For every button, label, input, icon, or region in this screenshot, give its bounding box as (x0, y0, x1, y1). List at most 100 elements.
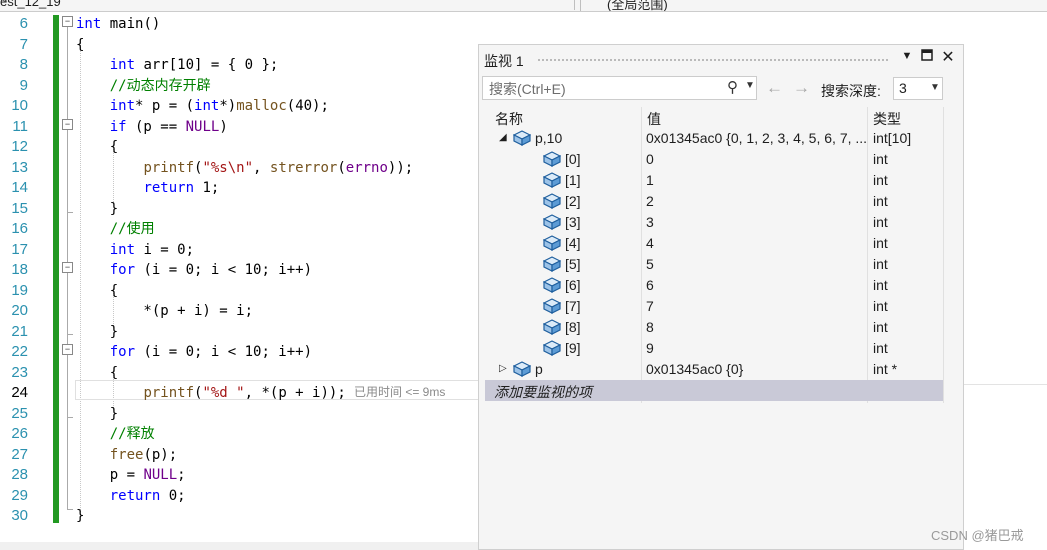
divider-line (964, 384, 1047, 385)
code-line[interactable]: printf("%s\n", strerror(errno)); (76, 158, 413, 179)
fold-collapse-icon[interactable]: − (62, 344, 73, 355)
code-line[interactable]: int i = 0; (76, 240, 194, 261)
watch-row[interactable]: ▷ p 0x01345ac0 {0} int * (485, 359, 943, 380)
code-line[interactable]: *(p + i) = i; (76, 301, 253, 322)
scope-dropdown[interactable]: (全局范围) (580, 0, 1047, 11)
code-line[interactable]: int main() (76, 14, 160, 35)
code-line[interactable]: } (76, 506, 84, 527)
code-line[interactable]: { (76, 35, 84, 56)
watch-row[interactable]: [1] 1 int (485, 170, 943, 191)
watch-title-bar[interactable]: 监视 1 ▼ ✕ (479, 45, 963, 73)
line-number: 24 (11, 384, 28, 401)
code-line[interactable]: } (76, 404, 118, 425)
variable-cube-icon (542, 151, 562, 167)
column-header-name[interactable]: 名称 (489, 107, 644, 128)
code-line[interactable]: int arr[10] = { 0 }; (76, 55, 279, 76)
code-token: NULL (185, 118, 220, 135)
watch-row[interactable]: [8] 8 int (485, 317, 943, 338)
file-dropdown[interactable]: est_12_19 ⌄ (0, 0, 575, 10)
window-menu-icon[interactable]: ▼ (899, 50, 915, 68)
watch-type-cell: int[10] (873, 130, 912, 146)
code-token: } (76, 200, 119, 217)
add-watch-item-label: 添加要监视的项 (494, 384, 592, 400)
watch-value-cell: 1 (646, 172, 654, 188)
watch-row[interactable]: [9] 9 int (485, 338, 943, 359)
maximize-icon[interactable] (919, 49, 935, 67)
code-token: errno (345, 159, 388, 176)
code-line[interactable]: for (i = 0; i < 10; i++) (76, 260, 312, 281)
code-line[interactable]: p = NULL; (76, 465, 186, 486)
code-token: (i = 0; i < 10; i++) (135, 262, 313, 278)
watch-row[interactable]: [4] 4 int (485, 233, 943, 254)
search-icon[interactable]: ⚲ (727, 78, 738, 96)
fold-guide-end (67, 334, 73, 335)
column-separator[interactable] (943, 107, 944, 403)
add-watch-item-row[interactable]: 添加要监视的项 (485, 380, 943, 401)
watch-row[interactable]: ◢ p,10 0x01345ac0 {0, 1, 2, 3, 4, 5, 6, 7,… (485, 128, 943, 149)
line-number: 6 (19, 15, 28, 32)
watch-value-cell: 8 (646, 319, 654, 335)
code-line[interactable]: { (76, 363, 118, 384)
watch-row[interactable]: [0] 0 int (485, 149, 943, 170)
code-token: ( (337, 159, 346, 176)
code-line[interactable]: { (76, 137, 118, 158)
code-line[interactable]: //动态内存开辟 (76, 76, 211, 97)
fold-collapse-icon[interactable]: − (62, 262, 73, 273)
code-line[interactable]: { (76, 281, 118, 302)
code-line[interactable]: for (i = 0; i < 10; i++) (76, 342, 312, 363)
watch-name-cell: [4] (565, 235, 581, 251)
code-token: return (143, 180, 195, 196)
forward-arrow-icon[interactable]: → (793, 78, 810, 98)
watch-row[interactable]: [7] 7 int (485, 296, 943, 317)
line-number: 26 (11, 425, 28, 442)
code-line[interactable]: printf("%d ", *(p + i)); (76, 383, 345, 404)
back-arrow-icon[interactable]: ← (766, 78, 783, 98)
watch-name-cell: [1] (565, 172, 581, 188)
code-token: )); (387, 159, 414, 176)
watch-search-box[interactable]: ⚲ ▼ (482, 76, 757, 100)
code-line[interactable]: return 0; (76, 486, 186, 507)
line-number: 7 (19, 35, 28, 53)
search-options-chevron-icon[interactable]: ▼ (745, 80, 755, 91)
fold-guide-end (67, 212, 73, 213)
expand-triangle-icon[interactable]: ▷ (499, 363, 507, 374)
watch-row[interactable]: [2] 2 int (485, 191, 943, 212)
code-line[interactable]: //使用 (76, 219, 155, 240)
line-number: 19 (11, 281, 28, 299)
watch-row[interactable]: [6] 6 int (485, 275, 943, 296)
code-line[interactable]: } (76, 322, 118, 343)
code-token: if (109, 118, 127, 135)
code-token: int (109, 98, 136, 114)
code-line[interactable]: if (p == NULL) (76, 117, 228, 138)
column-header-name-label: 名称 (495, 111, 523, 127)
code-token: strerror (269, 159, 338, 176)
column-header-value-label: 值 (647, 111, 661, 127)
column-header-type[interactable]: 类型 (867, 107, 943, 128)
search-depth-select[interactable]: 3 ▼ (893, 77, 943, 100)
code-token: arr[10] = { 0 }; (135, 57, 279, 73)
close-icon[interactable]: ✕ (940, 47, 956, 66)
watch-type-cell: int (873, 193, 888, 209)
watch-value-cell: 0x01345ac0 {0} (646, 361, 744, 377)
watch-row[interactable]: [5] 5 int (485, 254, 943, 275)
fold-collapse-icon[interactable]: − (62, 16, 73, 27)
code-line[interactable]: } (76, 199, 118, 220)
code-token: printf (143, 159, 195, 176)
code-line[interactable]: //释放 (76, 424, 155, 445)
search-input[interactable] (487, 79, 711, 99)
code-line[interactable]: return 1; (76, 178, 219, 199)
variable-cube-icon (542, 256, 562, 272)
code-token: for (109, 262, 136, 278)
code-line[interactable]: int* p = (int*)malloc(40); (76, 96, 329, 117)
drag-grip[interactable] (537, 58, 889, 62)
code-token: { (76, 36, 85, 53)
line-number: 28 (11, 466, 28, 483)
watch-row[interactable]: [3] 3 int (485, 212, 943, 233)
fold-collapse-icon[interactable]: − (62, 119, 73, 130)
collapse-triangle-icon[interactable]: ◢ (499, 132, 507, 143)
column-header-value[interactable]: 值 (641, 107, 867, 128)
code-line[interactable]: free(p); (76, 445, 177, 466)
